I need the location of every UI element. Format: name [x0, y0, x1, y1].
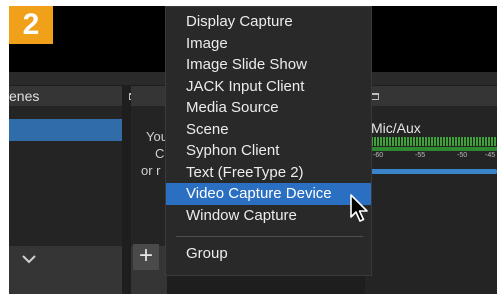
meter-ticks: -60 -55 -50 -45	[371, 152, 497, 160]
mouse-pointer-icon	[350, 194, 368, 222]
menu-item-scene[interactable]: Scene	[166, 119, 371, 141]
add-source-menu: Display Capture Image Image Slide Show J…	[165, 6, 372, 276]
menu-item-window-capture[interactable]: Window Capture	[166, 205, 371, 227]
menu-item-syphon-client[interactable]: Syphon Client	[166, 140, 371, 162]
mixer-channel-name: Mic/Aux	[371, 120, 421, 136]
menu-item-display-capture[interactable]: Display Capture	[166, 11, 371, 33]
volume-slider[interactable]	[371, 169, 497, 174]
meter-tick: -50	[457, 152, 468, 159]
menu-item-media-source[interactable]: Media Source	[166, 97, 371, 119]
menu-item-text-freetype[interactable]: Text (FreeType 2)	[166, 162, 371, 184]
scenes-dock-title: enes	[9, 86, 122, 106]
sources-hint-line-2: C	[155, 146, 165, 161]
obs-window: enes You C or r + Mic/Aux -60 -55 -50 -4…	[9, 6, 497, 294]
step-number-badge: 2	[9, 6, 53, 44]
menu-item-image-slide-show[interactable]: Image Slide Show	[166, 54, 371, 76]
menu-item-image[interactable]: Image	[166, 33, 371, 55]
menu-item-video-capture-device[interactable]: Video Capture Device	[166, 183, 371, 205]
meter-tick: -45	[485, 152, 496, 159]
meter-tick: -55	[415, 152, 426, 159]
plus-icon: +	[138, 242, 153, 269]
mixer-dock-title	[365, 86, 497, 106]
chevron-down-icon[interactable]	[21, 253, 37, 265]
meter-tick: -60	[373, 152, 384, 159]
add-source-button[interactable]: +	[133, 244, 159, 270]
menu-item-jack-input-client[interactable]: JACK Input Client	[166, 76, 371, 98]
scene-item-selected[interactable]	[9, 119, 122, 141]
menu-item-group[interactable]: Group	[166, 243, 371, 265]
audio-peak-meter	[371, 147, 497, 151]
audio-level-meter	[371, 137, 497, 146]
sources-dock-title	[131, 86, 167, 106]
sources-hint-line-3: or r	[141, 163, 161, 178]
scenes-title: enes	[9, 88, 40, 104]
menu-separator	[176, 236, 363, 237]
step-number: 2	[22, 8, 40, 41]
